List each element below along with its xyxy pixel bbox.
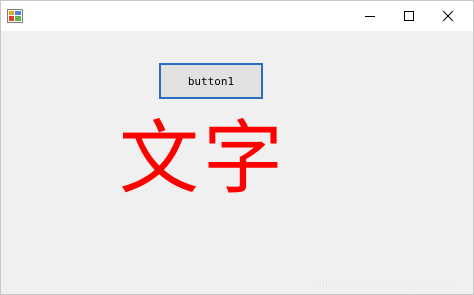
- display-text: 文字: [119, 112, 287, 205]
- form-client-area: button1 文字 https://blog.csdn.net/qq_3528…: [1, 31, 473, 294]
- app-window: button1 文字 https://blog.csdn.net/qq_3528…: [0, 0, 474, 295]
- button1[interactable]: button1: [159, 63, 263, 99]
- minimize-button[interactable]: [351, 1, 389, 31]
- minimize-icon: [364, 7, 376, 26]
- title-bar[interactable]: [1, 1, 473, 31]
- close-button[interactable]: [429, 1, 467, 31]
- watermark-text: https://blog.csdn.net/qq_35280519: [315, 279, 456, 288]
- close-icon: [442, 7, 454, 26]
- maximize-button[interactable]: [390, 1, 428, 31]
- maximize-icon: [403, 7, 415, 26]
- app-icon: [7, 8, 23, 24]
